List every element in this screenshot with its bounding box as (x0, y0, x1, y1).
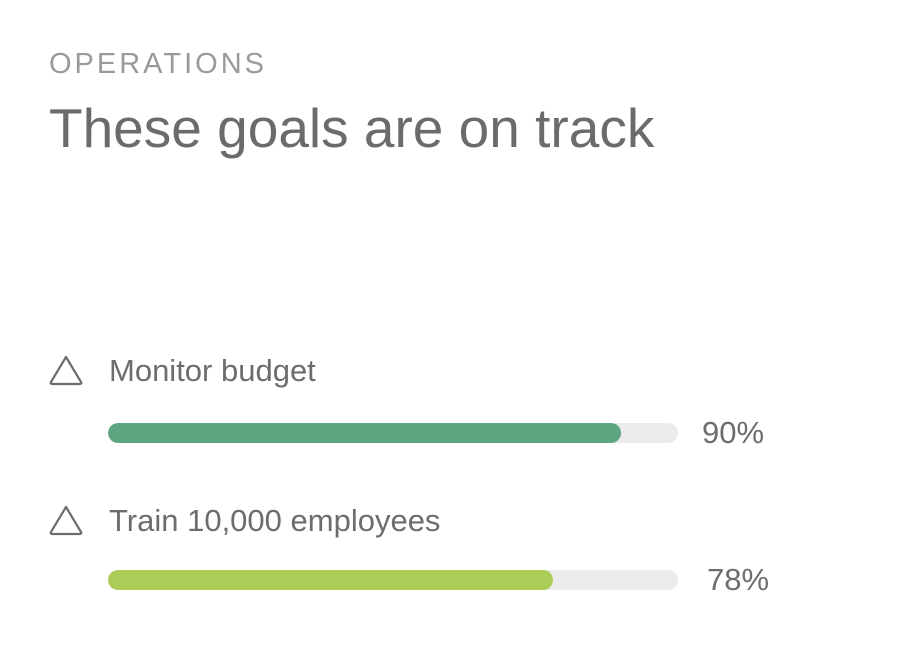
progress-percent: 90% (702, 415, 765, 450)
section-eyebrow: OPERATIONS (49, 48, 267, 80)
progress-track (108, 570, 678, 590)
progress-track (108, 423, 678, 443)
goal-item[interactable]: Monitor budget 90% (0, 354, 906, 454)
page-title: These goals are on track (49, 97, 655, 159)
goal-label: Train 10,000 employees (109, 503, 441, 538)
goal-label: Monitor budget (109, 353, 316, 388)
triangle-icon (48, 504, 84, 536)
progress-percent: 78% (707, 562, 770, 597)
progress-fill (108, 570, 553, 590)
goal-item[interactable]: Train 10,000 employees 78% (0, 504, 906, 604)
goals-card: OPERATIONS These goals are on track Moni… (0, 0, 906, 666)
progress-fill (108, 423, 621, 443)
triangle-icon (48, 354, 84, 386)
